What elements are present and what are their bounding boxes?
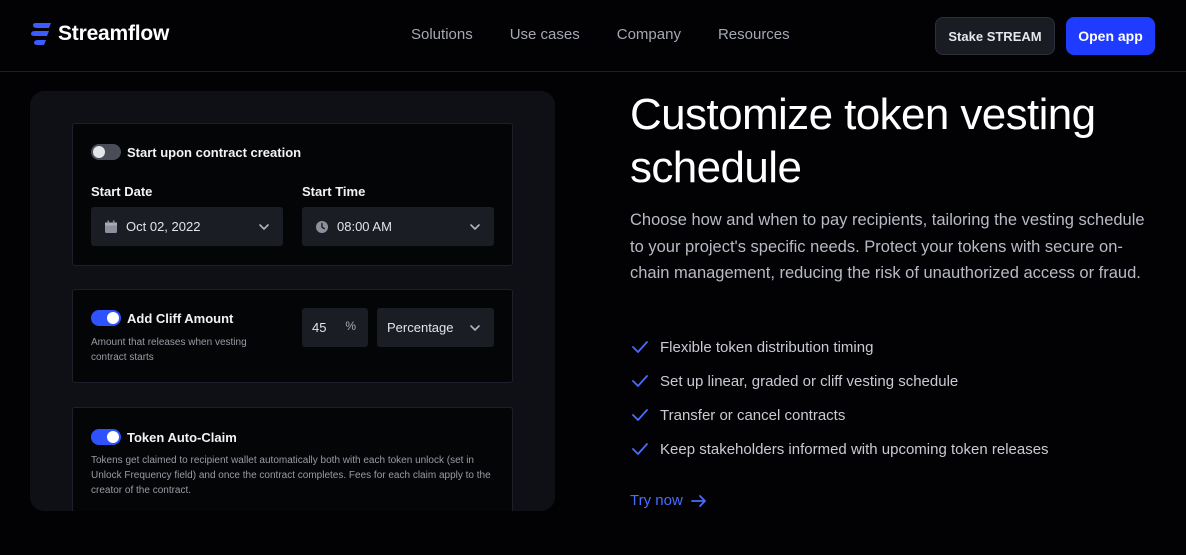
check-icon — [632, 409, 648, 421]
clock-icon — [316, 220, 328, 233]
feature-item: Transfer or cancel contracts — [630, 398, 1049, 432]
feature-text: Transfer or cancel contracts — [660, 406, 846, 424]
main-nav: Solutions Use cases Company Resources — [411, 26, 827, 43]
feature-text: Flexible token distribution timing — [660, 338, 874, 356]
feature-item: Set up linear, graded or cliff vesting s… — [630, 364, 1049, 398]
auto-claim-label: Token Auto-Claim — [127, 430, 237, 445]
start-date-field[interactable]: Oct 02, 2022 — [91, 207, 283, 246]
start-date-value: Oct 02, 2022 — [126, 219, 201, 234]
start-settings-card: Start upon contract creation Start Date … — [72, 123, 513, 266]
hero-title: Customize token vesting schedule — [630, 90, 1096, 192]
try-now-link[interactable]: Try now — [630, 492, 707, 509]
feature-item: Flexible token distribution timing — [630, 330, 1049, 364]
nav-company[interactable]: Company — [617, 26, 681, 43]
feature-text: Set up linear, graded or cliff vesting s… — [660, 372, 959, 390]
cliff-amount-toggle[interactable] — [91, 310, 121, 326]
hero-description: Choose how and when to pay recipients, t… — [630, 211, 1145, 282]
start-upon-creation-label: Start upon contract creation — [127, 145, 302, 160]
auto-claim-card: Token Auto-Claim Tokens get claimed to r… — [72, 407, 513, 511]
start-time-value: 08:00 AM — [337, 219, 392, 234]
cliff-amount-input[interactable]: 45 % — [302, 308, 368, 347]
calendar-icon — [105, 220, 117, 233]
nav-solutions[interactable]: Solutions — [411, 26, 473, 43]
feature-text: Keep stakeholders informed with upcoming… — [660, 440, 1049, 458]
streamflow-logo-icon — [31, 23, 51, 45]
cliff-amount-card: Add Cliff Amount Amount that releases wh… — [72, 289, 513, 383]
start-upon-creation-toggle[interactable] — [91, 144, 121, 160]
feature-list: Flexible token distribution timing Set u… — [630, 330, 1049, 466]
chevron-down-icon — [470, 325, 480, 332]
chevron-down-icon — [259, 224, 269, 231]
auto-claim-toggle[interactable] — [91, 429, 121, 445]
check-icon — [632, 341, 648, 353]
nav-resources[interactable]: Resources — [718, 26, 790, 43]
start-date-label: Start Date — [91, 184, 153, 199]
chevron-down-icon — [470, 224, 480, 231]
top-header: Streamflow Solutions Use cases Company R… — [0, 0, 1186, 72]
cliff-amount-value: 45 — [312, 320, 327, 335]
try-now-label: Try now — [630, 492, 683, 509]
cliff-type-select[interactable]: Percentage — [377, 308, 494, 347]
stake-stream-button[interactable]: Stake STREAM — [935, 17, 1055, 55]
brand-logo[interactable]: Streamflow — [30, 22, 169, 46]
cliff-type-value: Percentage — [387, 320, 454, 335]
percent-icon: % — [345, 319, 356, 333]
feature-item: Keep stakeholders informed with upcoming… — [630, 432, 1049, 466]
start-time-field[interactable]: 08:00 AM — [302, 207, 494, 246]
open-app-button[interactable]: Open app — [1066, 17, 1155, 55]
auto-claim-description: Tokens get claimed to recipient wallet a… — [91, 455, 491, 496]
nav-use-cases[interactable]: Use cases — [510, 26, 580, 43]
cliff-amount-description: Amount that releases when vesting contra… — [91, 337, 247, 363]
vesting-form-preview: Start upon contract creation Start Date … — [30, 91, 555, 511]
start-time-label: Start Time — [302, 184, 366, 199]
check-icon — [632, 375, 648, 387]
check-icon — [632, 443, 648, 455]
brand-name: Streamflow — [58, 22, 170, 45]
cliff-amount-label: Add Cliff Amount — [127, 311, 234, 326]
arrow-right-icon — [690, 494, 706, 507]
